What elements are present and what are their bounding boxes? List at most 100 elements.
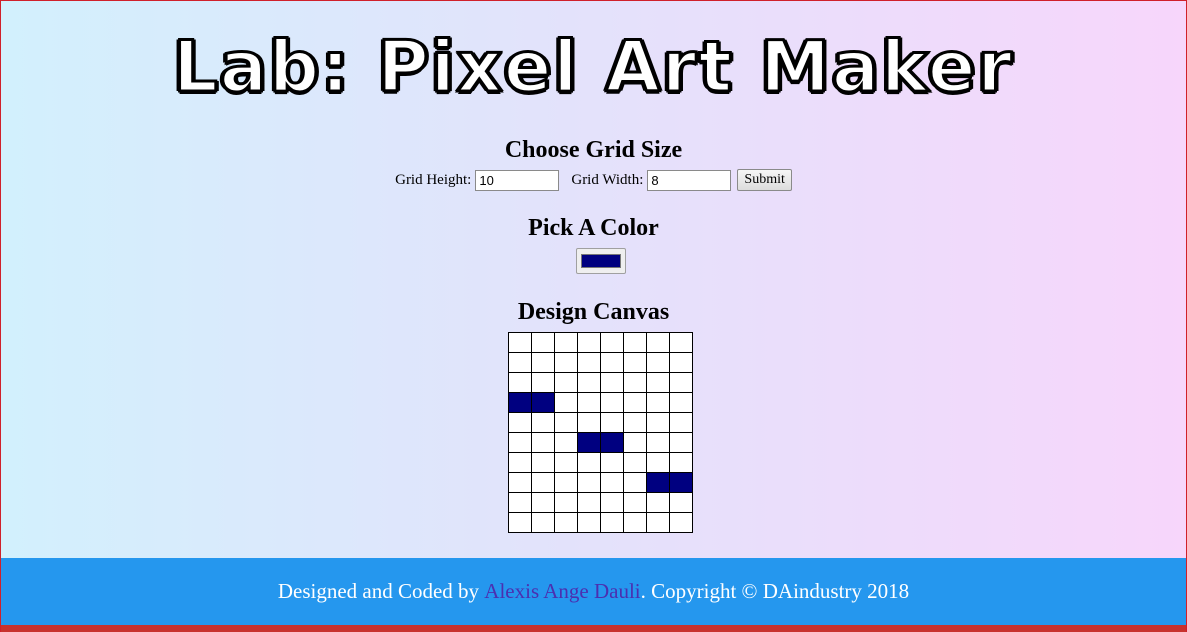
canvas-cell[interactable] bbox=[623, 332, 647, 353]
canvas-cell[interactable] bbox=[623, 472, 647, 493]
canvas-cell[interactable] bbox=[554, 352, 578, 373]
color-picker[interactable] bbox=[576, 248, 626, 274]
canvas-cell[interactable] bbox=[646, 432, 670, 453]
page-footer: Designed and Coded by Alexis Ange Dauli.… bbox=[1, 558, 1186, 625]
canvas-cell[interactable] bbox=[531, 372, 555, 393]
canvas-cell[interactable] bbox=[669, 352, 693, 373]
canvas-cell[interactable] bbox=[508, 412, 532, 433]
grid-height-label: Grid Height: bbox=[395, 171, 472, 188]
canvas-cell[interactable] bbox=[623, 352, 647, 373]
canvas-cell[interactable] bbox=[577, 372, 601, 393]
canvas-row bbox=[508, 472, 693, 493]
grid-size-form: Grid Height: Grid Width: Submit bbox=[1, 169, 1186, 191]
canvas-cell[interactable] bbox=[623, 492, 647, 513]
canvas-cell[interactable] bbox=[669, 432, 693, 453]
canvas-cell[interactable] bbox=[646, 372, 670, 393]
canvas-cell[interactable] bbox=[554, 332, 578, 353]
canvas-cell[interactable] bbox=[531, 492, 555, 513]
canvas-cell[interactable] bbox=[531, 352, 555, 373]
canvas-cell[interactable] bbox=[669, 452, 693, 473]
canvas-cell[interactable] bbox=[600, 452, 624, 473]
canvas-row bbox=[508, 452, 693, 473]
canvas-cell[interactable] bbox=[577, 392, 601, 413]
canvas-cell[interactable] bbox=[646, 392, 670, 413]
canvas-cell[interactable] bbox=[554, 492, 578, 513]
canvas-cell[interactable] bbox=[623, 432, 647, 453]
canvas-cell[interactable] bbox=[646, 472, 670, 493]
canvas-cell[interactable] bbox=[600, 412, 624, 433]
canvas-cell[interactable] bbox=[623, 512, 647, 533]
canvas-cell[interactable] bbox=[554, 412, 578, 433]
canvas-cell[interactable] bbox=[508, 472, 532, 493]
canvas-cell[interactable] bbox=[600, 332, 624, 353]
canvas-cell[interactable] bbox=[554, 512, 578, 533]
canvas-cell[interactable] bbox=[646, 452, 670, 473]
color-swatch bbox=[581, 254, 621, 268]
canvas-cell[interactable] bbox=[669, 372, 693, 393]
canvas-cell[interactable] bbox=[600, 352, 624, 373]
canvas-cell[interactable] bbox=[577, 412, 601, 433]
canvas-cell[interactable] bbox=[600, 392, 624, 413]
canvas-cell[interactable] bbox=[669, 512, 693, 533]
canvas-cell[interactable] bbox=[508, 332, 532, 353]
canvas-cell[interactable] bbox=[600, 432, 624, 453]
canvas-cell[interactable] bbox=[646, 512, 670, 533]
submit-button[interactable]: Submit bbox=[737, 169, 792, 191]
canvas-cell[interactable] bbox=[554, 452, 578, 473]
canvas-row bbox=[508, 512, 693, 533]
author-link[interactable]: Alexis Ange Dauli bbox=[484, 579, 640, 604]
canvas-row bbox=[508, 392, 693, 413]
grid-height-input[interactable] bbox=[475, 169, 560, 191]
canvas-cell[interactable] bbox=[531, 472, 555, 493]
canvas-cell[interactable] bbox=[531, 332, 555, 353]
canvas-cell[interactable] bbox=[623, 392, 647, 413]
canvas-cell[interactable] bbox=[577, 432, 601, 453]
canvas-cell[interactable] bbox=[508, 512, 532, 533]
canvas-cell[interactable] bbox=[646, 352, 670, 373]
canvas-cell[interactable] bbox=[531, 452, 555, 473]
canvas-cell[interactable] bbox=[508, 492, 532, 513]
canvas-cell[interactable] bbox=[577, 452, 601, 473]
canvas-cell[interactable] bbox=[531, 512, 555, 533]
canvas-cell[interactable] bbox=[554, 372, 578, 393]
canvas-cell[interactable] bbox=[554, 472, 578, 493]
canvas-cell[interactable] bbox=[508, 432, 532, 453]
grid-width-input[interactable] bbox=[647, 169, 732, 191]
canvas-cell[interactable] bbox=[577, 332, 601, 353]
canvas-cell[interactable] bbox=[669, 392, 693, 413]
canvas-cell[interactable] bbox=[669, 332, 693, 353]
canvas-cell[interactable] bbox=[508, 452, 532, 473]
canvas-cell[interactable] bbox=[600, 372, 624, 393]
canvas-cell[interactable] bbox=[577, 512, 601, 533]
canvas-cell[interactable] bbox=[577, 472, 601, 493]
canvas-row bbox=[508, 332, 693, 353]
canvas-cell[interactable] bbox=[669, 472, 693, 493]
canvas-cell[interactable] bbox=[531, 432, 555, 453]
canvas-cell[interactable] bbox=[600, 472, 624, 493]
canvas-cell[interactable] bbox=[646, 332, 670, 353]
canvas-cell[interactable] bbox=[508, 392, 532, 413]
canvas-cell[interactable] bbox=[531, 392, 555, 413]
canvas-cell[interactable] bbox=[577, 492, 601, 513]
canvas-cell[interactable] bbox=[600, 492, 624, 513]
footer-prefix: Designed and Coded by bbox=[277, 579, 485, 603]
canvas-cell[interactable] bbox=[508, 352, 532, 373]
canvas-cell[interactable] bbox=[623, 412, 647, 433]
canvas-row bbox=[508, 412, 693, 433]
grid-size-heading: Choose Grid Size bbox=[504, 137, 683, 163]
canvas-cell[interactable] bbox=[669, 492, 693, 513]
canvas-cell[interactable] bbox=[646, 492, 670, 513]
canvas-cell[interactable] bbox=[531, 412, 555, 433]
canvas-row bbox=[508, 372, 693, 393]
canvas-cell[interactable] bbox=[623, 372, 647, 393]
canvas-cell[interactable] bbox=[646, 412, 670, 433]
canvas-cell[interactable] bbox=[554, 392, 578, 413]
canvas-row bbox=[508, 492, 693, 513]
canvas-heading: Design Canvas bbox=[517, 299, 670, 325]
canvas-cell[interactable] bbox=[600, 512, 624, 533]
canvas-cell[interactable] bbox=[508, 372, 532, 393]
canvas-cell[interactable] bbox=[623, 452, 647, 473]
canvas-cell[interactable] bbox=[669, 412, 693, 433]
canvas-cell[interactable] bbox=[577, 352, 601, 373]
canvas-cell[interactable] bbox=[554, 432, 578, 453]
